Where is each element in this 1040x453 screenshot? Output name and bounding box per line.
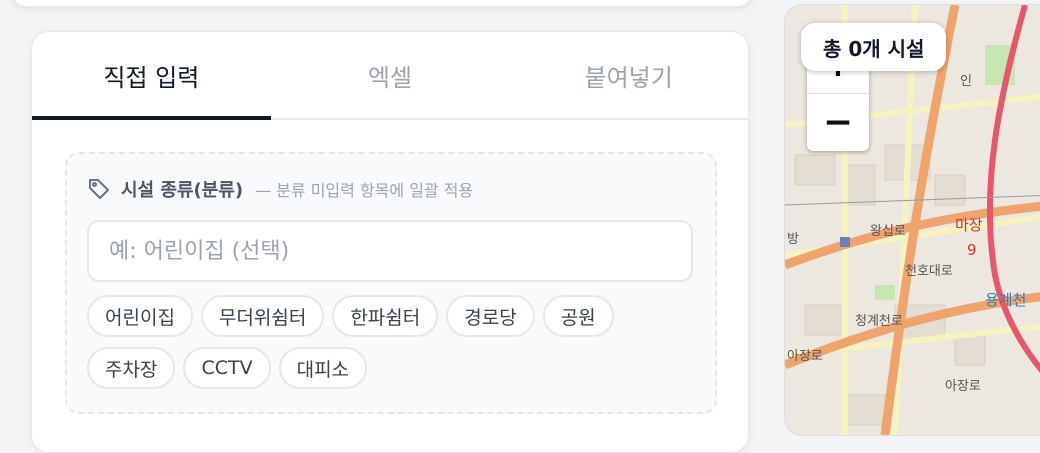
category-section: 시설 종류(분류) — 분류 미입력 항목에 일괄 적용 어린이집 무더위쉼터 … (65, 152, 717, 414)
chip-park[interactable]: 공원 (542, 295, 614, 337)
map-label: 청계천로 (855, 314, 903, 329)
facility-count-badge: 총 0개 시설 (801, 23, 947, 71)
category-input[interactable] (87, 220, 693, 282)
input-panel: 직접 입력 엑셀 붙여넣기 시설 종류(분류) — 분류 미입력 항목에 일괄 … (31, 31, 749, 453)
tab-paste[interactable]: 붙여넣기 (509, 32, 748, 118)
category-hint: — 분류 미입력 항목에 일괄 적용 (255, 181, 474, 200)
map-label: 아장로 (945, 379, 981, 394)
tab-excel[interactable]: 엑셀 (271, 32, 510, 118)
map-label: 방 (787, 232, 799, 247)
tab-bar: 직접 입력 엑셀 붙여넣기 (32, 32, 748, 120)
map-label: 아장로 (787, 349, 823, 364)
map-view[interactable]: 왕십로 천호대로 청계천로 아장로 마장 9 용계천 방 아장로 인 + − 총… (784, 4, 1040, 436)
map-label: 마장 (955, 216, 983, 234)
tag-icon (89, 179, 109, 199)
chip-parking[interactable]: 주차장 (87, 347, 176, 389)
chip-cold-shelter[interactable]: 한파쉼터 (332, 295, 439, 337)
category-title: 시설 종류(분류) (121, 180, 244, 201)
category-chips: 어린이집 무더위쉼터 한파쉼터 경로당 공원 주차장 CCTV 대피소 (87, 295, 687, 389)
zoom-out-button[interactable]: − (807, 93, 869, 151)
map-label: 9 (967, 241, 977, 259)
chip-heat-shelter[interactable]: 무더위쉼터 (200, 295, 325, 337)
tab-direct-input[interactable]: 직접 입력 (32, 32, 271, 120)
top-card (10, 0, 754, 8)
map-label: 용계천 (985, 291, 1026, 309)
category-header: 시설 종류(분류) — 분류 미입력 항목에 일괄 적용 (87, 176, 473, 202)
map-label: 인 (960, 74, 972, 89)
map-label: 천호대로 (905, 264, 953, 279)
chip-senior-center[interactable]: 경로당 (446, 295, 535, 337)
map-label: 왕십로 (870, 224, 906, 239)
chip-cctv[interactable]: CCTV (183, 347, 271, 389)
chip-evacuation[interactable]: 대피소 (278, 347, 368, 389)
chip-daycare[interactable]: 어린이집 (87, 295, 193, 337)
